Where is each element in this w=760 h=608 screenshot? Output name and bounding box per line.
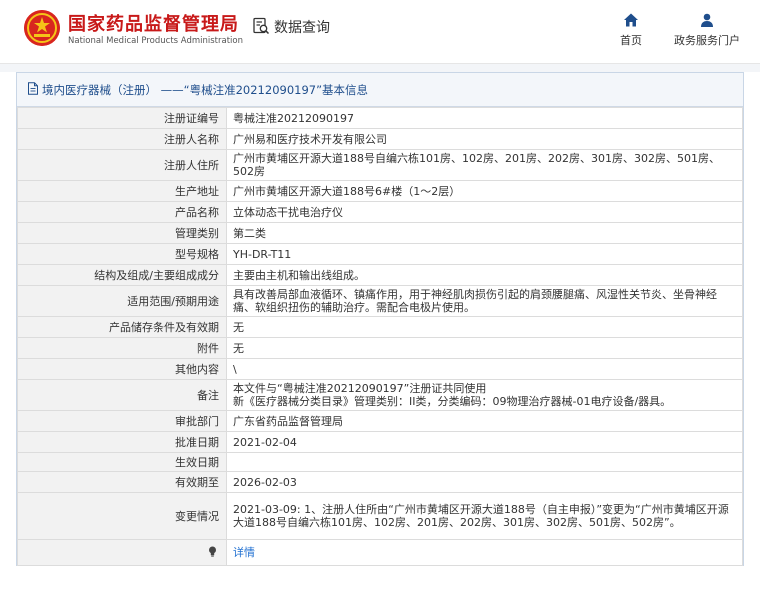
row-value: \	[226, 358, 743, 380]
row-value: 第二类	[226, 222, 743, 244]
table-row: 批准日期 2021-02-04	[17, 431, 743, 453]
row-value: 详情	[226, 539, 743, 566]
table-row: 型号规格 YH-DR-T11	[17, 243, 743, 265]
nav-gov-portal[interactable]: 政务服务门户	[666, 12, 748, 52]
document-icon	[27, 81, 39, 98]
row-value: 无	[226, 316, 743, 338]
row-label: 备注	[17, 379, 227, 411]
site-header: 国家药品监督管理局 National Medical Products Admi…	[0, 0, 760, 64]
row-label: 有效期至	[17, 471, 227, 493]
info-panel: 境内医疗器械（注册） ——“粤械注准20212090197”基本信息 注册证编号…	[16, 72, 744, 566]
table-row: 详情	[17, 539, 743, 566]
row-label: 生效日期	[17, 452, 227, 472]
row-value: 广州易和医疗技术开发有限公司	[226, 128, 743, 150]
row-value: 广州市黄埔区开源大道188号自编六栋101房、102房、201房、202房、30…	[226, 149, 743, 181]
nav-home[interactable]: 首页	[591, 12, 671, 52]
table-row: 结构及组成/主要组成成分 主要由主机和输出线组成。	[17, 264, 743, 286]
emblem-logo[interactable]	[24, 10, 60, 46]
user-icon	[666, 12, 748, 28]
table-row: 注册证编号 粤械注准20212090197	[17, 107, 743, 129]
row-label-icon-cell	[17, 539, 227, 566]
table-row: 产品储存条件及有效期 无	[17, 316, 743, 338]
table-row: 注册人名称 广州易和医疗技术开发有限公司	[17, 128, 743, 150]
row-value: 2021-03-09: 1、注册人住所由“广州市黄埔区开源大道188号（自主申报…	[226, 492, 743, 540]
row-value: 2021-02-04	[226, 431, 743, 453]
nav-gov-portal-label: 政务服务门户	[674, 34, 740, 47]
row-label: 批准日期	[17, 431, 227, 453]
row-value: 立体动态干扰电治疗仪	[226, 201, 743, 223]
nav-home-label: 首页	[620, 34, 642, 47]
row-label: 变更情况	[17, 492, 227, 540]
row-label: 产品储存条件及有效期	[17, 316, 227, 338]
data-search-link[interactable]: 数据查询	[252, 16, 330, 38]
row-value: 无	[226, 337, 743, 359]
table-row: 有效期至 2026-02-03	[17, 471, 743, 493]
details-link[interactable]: 详情	[233, 546, 255, 559]
org-name-en: National Medical Products Administration	[68, 36, 243, 46]
lightbulb-icon	[208, 546, 217, 560]
row-value: 具有改善局部血液循环、镇痛作用，用于神经肌肉损伤引起的肩颈腰腿痛、风湿性关节炎、…	[226, 285, 743, 317]
search-doc-icon	[252, 17, 270, 38]
row-value	[226, 452, 743, 472]
row-value: 广州市黄埔区开源大道188号6#楼（1～2层）	[226, 180, 743, 202]
table-row: 生效日期	[17, 452, 743, 472]
panel-title-bar: 境内医疗器械（注册） ——“粤械注准20212090197”基本信息	[17, 73, 743, 107]
row-label: 管理类别	[17, 222, 227, 244]
remark-line-1: 本文件与“粤械注准20212090197”注册证共同使用	[233, 382, 487, 395]
info-table: 注册证编号 粤械注准20212090197 注册人名称 广州易和医疗技术开发有限…	[17, 107, 743, 566]
spacer	[0, 64, 760, 72]
panel-title: 境内医疗器械（注册） ——“粤械注准20212090197”基本信息	[42, 82, 369, 97]
row-value: YH-DR-T11	[226, 243, 743, 265]
row-label: 附件	[17, 337, 227, 359]
row-value: 广东省药品监督管理局	[226, 410, 743, 432]
row-label: 结构及组成/主要组成成分	[17, 264, 227, 286]
row-label: 型号规格	[17, 243, 227, 265]
row-value: 主要由主机和输出线组成。	[226, 264, 743, 286]
table-row: 生产地址 广州市黄埔区开源大道188号6#楼（1～2层）	[17, 180, 743, 202]
row-value: 粤械注准20212090197	[226, 107, 743, 129]
row-label: 适用范围/预期用途	[17, 285, 227, 317]
row-label: 审批部门	[17, 410, 227, 432]
table-row: 备注 本文件与“粤械注准20212090197”注册证共同使用 新《医疗器械分类…	[17, 379, 743, 411]
table-row: 审批部门 广东省药品监督管理局	[17, 410, 743, 432]
table-row: 管理类别 第二类	[17, 222, 743, 244]
table-row: 产品名称 立体动态干扰电治疗仪	[17, 201, 743, 223]
table-row: 注册人住所 广州市黄埔区开源大道188号自编六栋101房、102房、201房、2…	[17, 149, 743, 181]
org-name-cn: 国家药品监督管理局	[68, 14, 239, 35]
row-label: 其他内容	[17, 358, 227, 380]
remark-line-2: 新《医疗器械分类目录》管理类别：II类，分类编码：09物理治疗器械-01电疗设备…	[233, 395, 672, 408]
row-label: 注册人名称	[17, 128, 227, 150]
home-icon	[591, 12, 671, 28]
table-row: 变更情况 2021-03-09: 1、注册人住所由“广州市黄埔区开源大道188号…	[17, 492, 743, 540]
table-row: 附件 无	[17, 337, 743, 359]
row-label: 注册证编号	[17, 107, 227, 129]
data-search-label: 数据查询	[274, 20, 330, 36]
table-row: 其他内容 \	[17, 358, 743, 380]
row-value: 本文件与“粤械注准20212090197”注册证共同使用 新《医疗器械分类目录》…	[226, 379, 743, 411]
row-label: 产品名称	[17, 201, 227, 223]
row-value: 2026-02-03	[226, 471, 743, 493]
row-label: 生产地址	[17, 180, 227, 202]
table-row: 适用范围/预期用途 具有改善局部血液循环、镇痛作用，用于神经肌肉损伤引起的肩颈腰…	[17, 285, 743, 317]
row-label: 注册人住所	[17, 149, 227, 181]
